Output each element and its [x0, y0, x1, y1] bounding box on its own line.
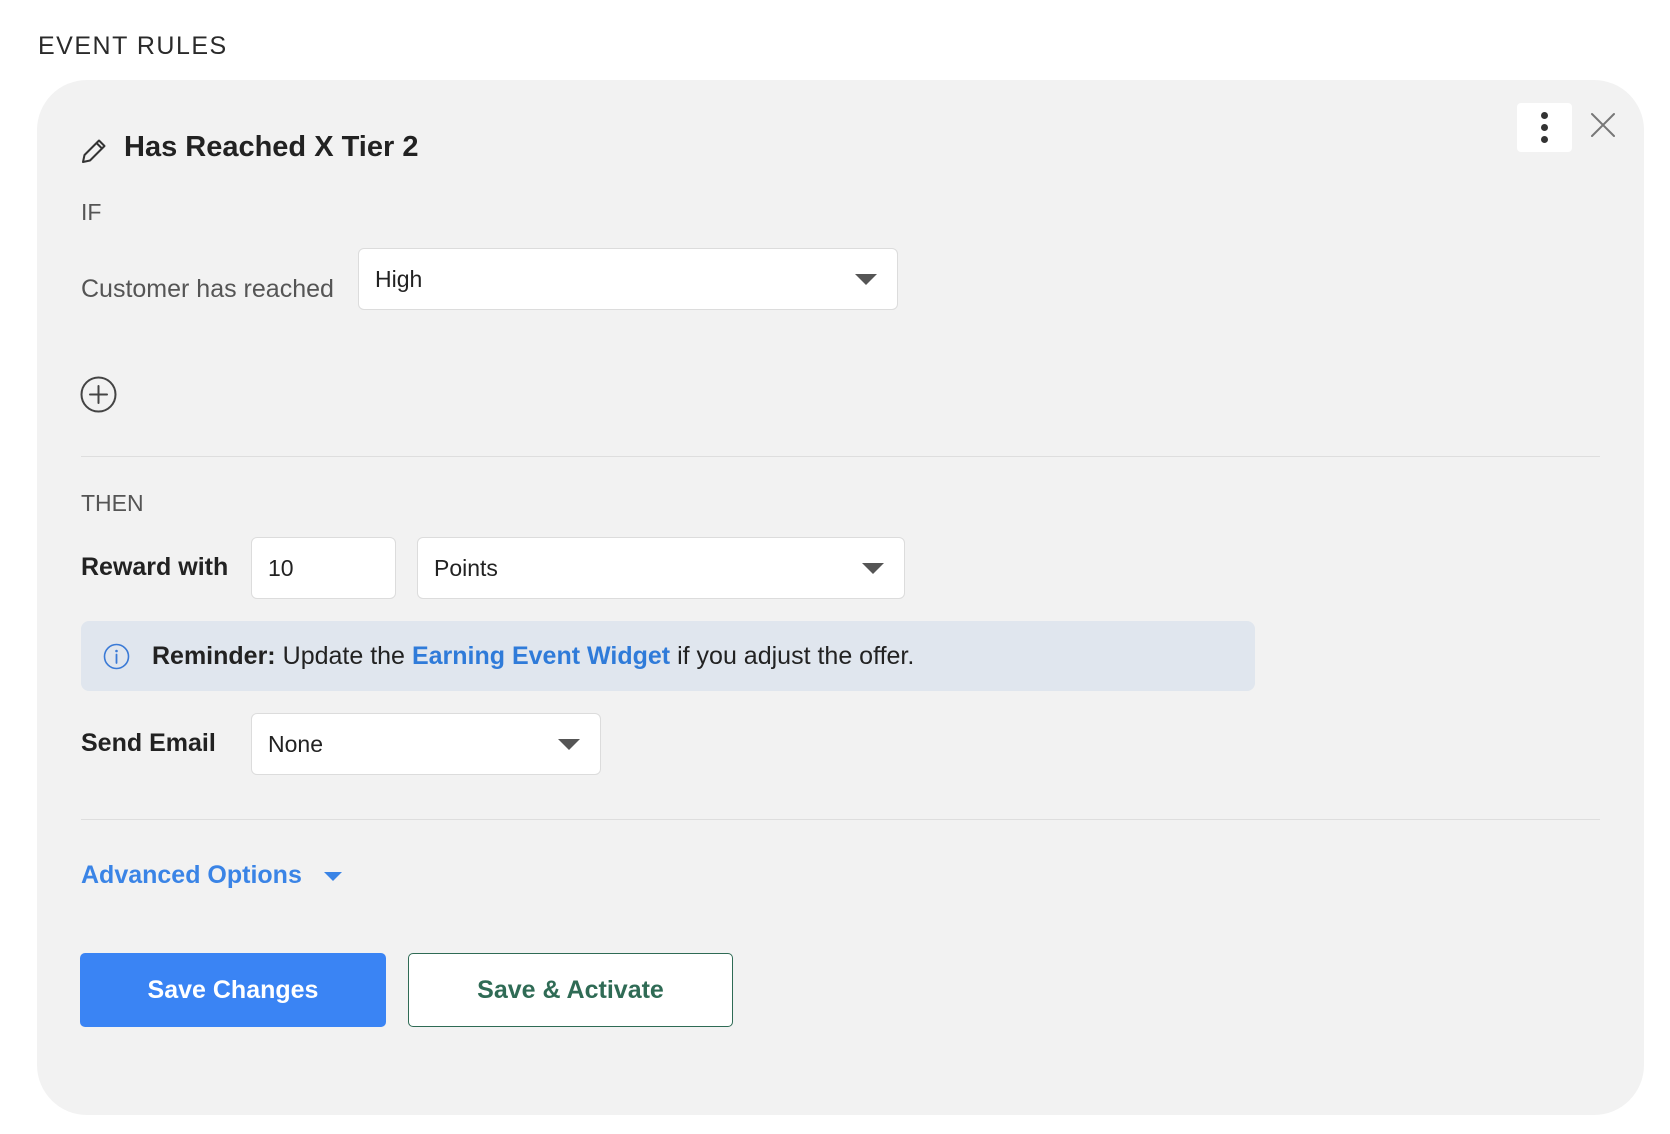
caret-down-icon: [323, 872, 342, 881]
more-options-button[interactable]: [1517, 103, 1572, 152]
caret-down-icon: [855, 274, 877, 285]
tier-select[interactable]: High: [358, 248, 898, 310]
pencil-icon[interactable]: [79, 136, 109, 166]
then-label: THEN: [81, 490, 144, 516]
advanced-options-label: Advanced Options: [81, 861, 302, 889]
info-icon: [103, 643, 130, 669]
if-label: IF: [81, 199, 102, 225]
send-email-select[interactable]: None: [251, 713, 601, 775]
divider: [81, 819, 1600, 820]
close-icon[interactable]: [1588, 110, 1618, 140]
divider: [81, 456, 1600, 457]
add-condition-button[interactable]: [80, 376, 117, 413]
caret-down-icon: [558, 739, 580, 750]
reminder-text-after: if you adjust the offer.: [677, 641, 915, 670]
reward-amount-input[interactable]: [251, 537, 396, 599]
save-changes-button[interactable]: Save Changes: [80, 953, 386, 1027]
condition-label: Customer has reached: [81, 275, 334, 303]
reminder-bold: Reminder:: [152, 641, 276, 670]
send-email-label: Send Email: [81, 729, 216, 757]
reward-label: Reward with: [81, 553, 229, 581]
earning-event-widget-link[interactable]: Earning Event Widget: [412, 642, 670, 671]
tier-select-value: High: [375, 265, 423, 292]
reward-unit-select[interactable]: Points: [417, 537, 905, 599]
rule-title: Has Reached X Tier 2: [124, 131, 419, 163]
send-email-value: None: [268, 730, 323, 757]
reminder-text-before: Update the: [282, 641, 405, 670]
reward-unit-value: Points: [434, 554, 498, 581]
caret-down-icon: [862, 563, 884, 574]
section-title: EVENT RULES: [38, 32, 228, 60]
kebab-menu-icon: [1541, 112, 1548, 119]
save-activate-button[interactable]: Save & Activate: [408, 953, 733, 1027]
advanced-options-toggle[interactable]: Advanced Options: [81, 861, 342, 890]
reminder-banner: Reminder: Update the Earning Event Widge…: [81, 621, 1255, 691]
